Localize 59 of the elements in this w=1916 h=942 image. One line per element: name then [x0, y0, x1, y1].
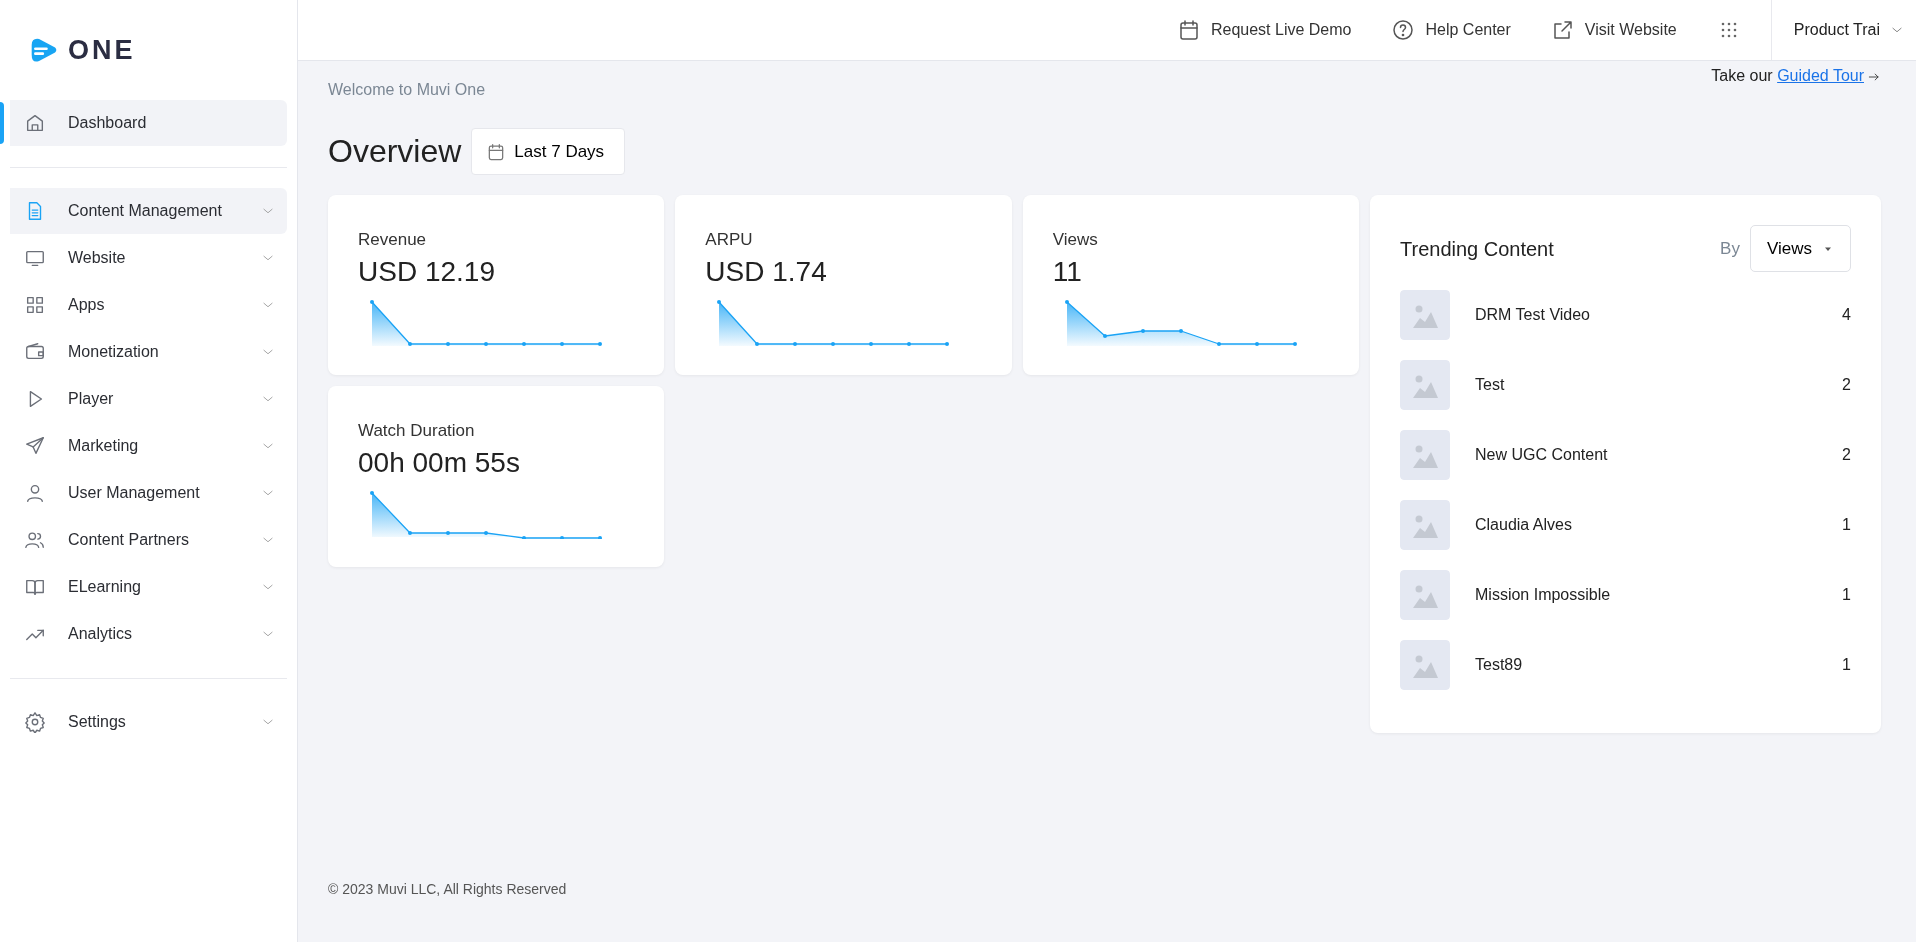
sidebar-item[interactable]: Player [0, 376, 287, 422]
view-count: 1 [1842, 515, 1851, 535]
metric-label: Watch Duration [358, 420, 476, 442]
thumbnail-placeholder-icon [1400, 500, 1450, 550]
view-count: 1 [1842, 655, 1851, 675]
top-link[interactable]: Request Live Demo [1176, 18, 1352, 42]
sidebar-item[interactable]: Dashboard [0, 100, 287, 146]
view-count: 2 [1842, 445, 1851, 465]
selection-indicator [0, 102, 4, 144]
metric-value: USD 1.74 [705, 254, 828, 289]
settings-icon [24, 711, 46, 733]
metric-value: USD 12.19 [358, 254, 496, 289]
content-title: DRM Test Video [1475, 305, 1591, 325]
metric-label: Revenue [358, 229, 428, 251]
sidebar-item[interactable]: ELearning [0, 564, 287, 610]
footer-text: © 2023 Muvi LLC, All Rights Reserved [328, 880, 568, 899]
account-menu[interactable]: Product Trai [1770, 0, 1916, 60]
logo-text: ONE [68, 33, 136, 67]
thumbnail-placeholder-icon [1400, 570, 1450, 620]
grid-icon [24, 294, 46, 316]
content-title: New UGC Content [1475, 445, 1609, 465]
thumbnail-placeholder-icon [1400, 640, 1450, 690]
thumbnail-placeholder-icon [1400, 430, 1450, 480]
user-icon [24, 482, 46, 504]
view-count: 4 [1842, 305, 1851, 325]
content-title: Mission Impossible [1475, 585, 1612, 605]
date-range-button[interactable]: Last 7 Days [471, 128, 626, 175]
sidebar-item[interactable]: Apps [0, 282, 287, 328]
sidebar-item[interactable]: Monetization [0, 329, 287, 375]
content-title: Test [1475, 375, 1506, 395]
content-title: Test89 [1475, 655, 1524, 675]
thumbnail-placeholder-icon [1400, 290, 1450, 340]
help-icon [1391, 18, 1416, 42]
users-icon [24, 529, 46, 551]
sidebar-item[interactable]: Content Partners [0, 517, 287, 563]
thumbnail-placeholder-icon [1400, 360, 1450, 410]
sort-label: By [1720, 237, 1740, 260]
metric-label: ARPU [705, 229, 754, 251]
metric-value: 11 [1052, 254, 1083, 289]
tour-text: Take our [1711, 67, 1774, 84]
overview-title: Overview [328, 132, 462, 171]
view-count: 2 [1842, 375, 1851, 395]
view-count: 1 [1842, 585, 1851, 605]
sidebar-item[interactable]: User Management [0, 470, 287, 516]
sidebar-item[interactable]: Settings [0, 699, 287, 745]
trending-title: Trending Content [1400, 236, 1555, 262]
content-title: Claudia Alves [1475, 515, 1573, 535]
metric-label: Views [1052, 229, 1099, 251]
welcome-text: Welcome to Muvi One [328, 80, 486, 100]
sidebar-item[interactable]: Marketing [0, 423, 287, 469]
home-icon [24, 112, 46, 134]
top-link[interactable]: Help Center [1391, 18, 1511, 42]
send-icon [24, 435, 46, 457]
sort-dropdown[interactable]: Views [1749, 225, 1851, 272]
sidebar-item[interactable]: Website [0, 235, 287, 281]
metric-value: 00h 00m 55s [358, 445, 521, 480]
guided-tour-link[interactable]: Guided Tour [1777, 67, 1864, 84]
top-link[interactable]: Visit Website [1550, 18, 1677, 42]
sidebar-item[interactable]: Analytics [0, 611, 287, 657]
